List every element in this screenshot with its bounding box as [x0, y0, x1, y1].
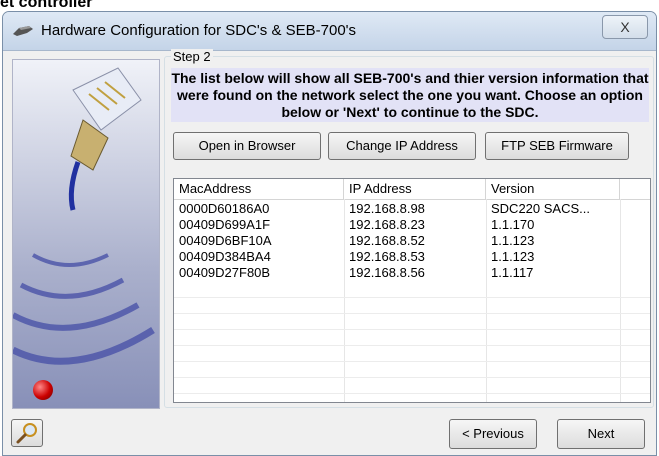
row-gridline: [174, 361, 650, 362]
row-gridline: [174, 329, 650, 330]
column-version[interactable]: Version: [486, 179, 620, 199]
column-ip-address[interactable]: IP Address: [344, 179, 486, 199]
version-cell: 1.1.117: [491, 265, 534, 280]
list-header: MacAddress IP Address Version: [174, 179, 650, 200]
magnifier-icon: [16, 423, 37, 444]
close-button[interactable]: X: [602, 15, 648, 39]
ftp-seb-firmware-button[interactable]: FTP SEB Firmware: [485, 132, 629, 160]
ip-address-cell: 192.168.8.23: [349, 217, 425, 232]
step-group: Step 2 The list below will show all SEB-…: [164, 49, 654, 408]
mac-address-cell: 0000D60186A0: [179, 201, 270, 216]
network-graphic: [12, 59, 160, 409]
row-gridline: [174, 393, 650, 394]
ip-address-cell: 192.168.8.98: [349, 201, 425, 216]
search-button[interactable]: [11, 419, 43, 447]
step-label: Step 2: [171, 49, 213, 64]
ip-address-cell: 192.168.8.52: [349, 233, 425, 248]
table-row[interactable]: 00409D27F80B 192.168.8.56 1.1.117: [174, 265, 650, 281]
version-cell: 1.1.123: [491, 249, 535, 264]
title-bar[interactable]: Hardware Configuration for SDC's & SEB-7…: [3, 12, 656, 51]
status-ball-icon: [33, 380, 53, 400]
network-cable-illustration: [13, 67, 155, 365]
table-row[interactable]: 00409D6BF10A 192.168.8.52 1.1.123: [174, 233, 650, 249]
close-icon: X: [620, 19, 630, 35]
row-gridline: [174, 377, 650, 378]
table-row[interactable]: 00409D384BA4 192.168.8.53 1.1.123: [174, 249, 650, 265]
dialog-client: Step 2 The list below will show all SEB-…: [7, 49, 654, 452]
mac-address-cell: 00409D699A1F: [179, 217, 271, 232]
open-in-browser-button[interactable]: Open in Browser: [173, 132, 321, 160]
column-mac-address[interactable]: MacAddress: [174, 179, 344, 199]
next-button[interactable]: Next: [557, 419, 645, 449]
mac-address-cell: 00409D6BF10A: [179, 233, 272, 248]
version-cell: 1.1.123: [491, 233, 535, 248]
network-plug-icon: [13, 26, 33, 36]
row-gridline: [174, 297, 650, 298]
ip-address-cell: 192.168.8.56: [349, 265, 425, 280]
window-title: Hardware Configuration for SDC's & SEB-7…: [41, 22, 357, 39]
table-row[interactable]: 00409D699A1F 192.168.8.23 1.1.170: [174, 217, 650, 233]
table-row[interactable]: 0000D60186A0 192.168.8.98 SDC220 SACS...: [174, 201, 650, 217]
mac-address-cell: 00409D27F80B: [179, 265, 271, 280]
version-cell: 1.1.170: [491, 217, 535, 232]
row-gridline: [174, 345, 650, 346]
previous-button[interactable]: < Previous: [449, 419, 537, 449]
row-gridline: [174, 313, 650, 314]
mac-address-cell: 00409D384BA4: [179, 249, 271, 264]
version-cell: SDC220 SACS...: [491, 201, 590, 216]
step-description: The list below will show all SEB-700's a…: [171, 68, 649, 122]
change-ip-address-button[interactable]: Change IP Address: [328, 132, 476, 160]
dialog-window: Hardware Configuration for SDC's & SEB-7…: [2, 11, 657, 456]
ip-address-cell: 192.168.8.53: [349, 249, 425, 264]
device-list[interactable]: MacAddress IP Address Version 0000D60186…: [173, 178, 651, 403]
